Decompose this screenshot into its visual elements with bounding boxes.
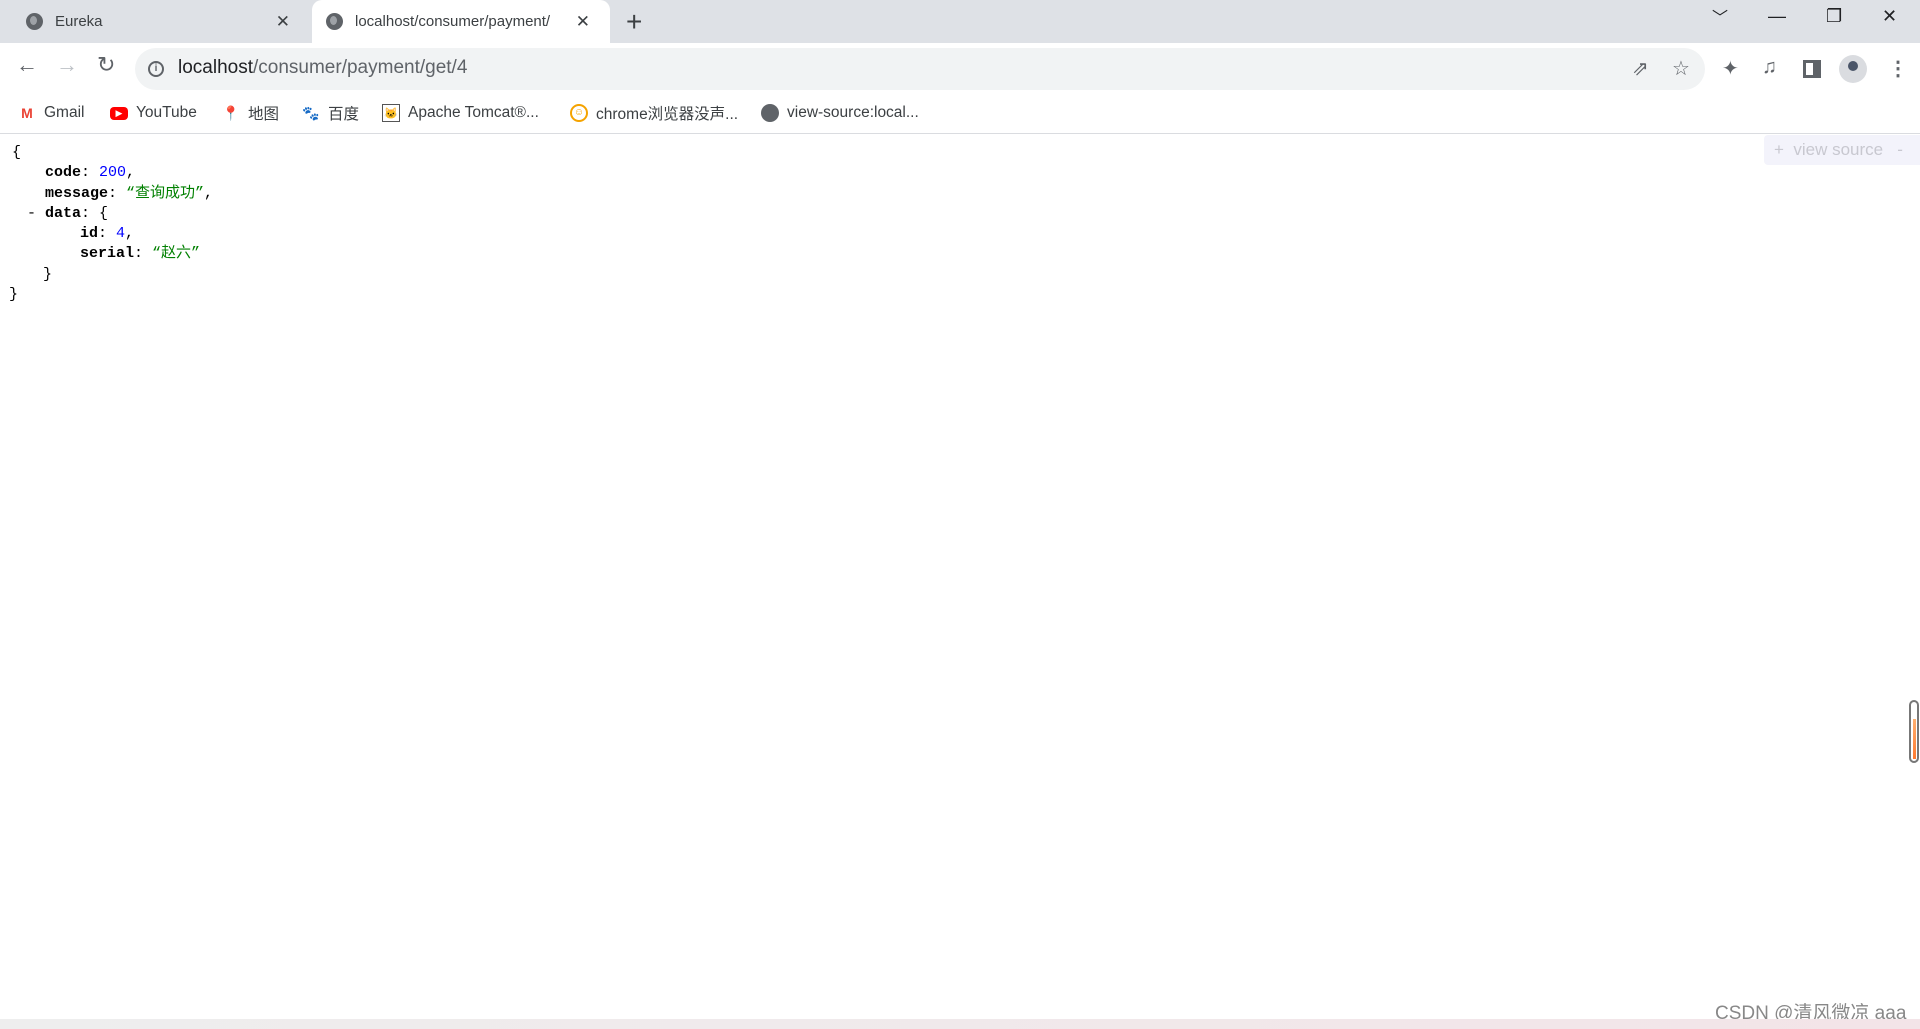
youtube-icon: ▶	[110, 106, 128, 120]
profile-avatar[interactable]	[1839, 55, 1867, 83]
bookmark-label: 地图	[248, 106, 280, 123]
json-string: “赵六”	[152, 245, 201, 263]
close-tab-icon[interactable]: ✕	[576, 12, 590, 32]
json-open-brace: {	[12, 144, 22, 161]
info-icon[interactable]: i	[148, 61, 164, 77]
json-line-data: - data: {	[27, 204, 109, 222]
bookmark-label: Gmail	[44, 104, 85, 121]
json-string: “查询成功”	[126, 184, 205, 202]
new-tab-button[interactable]: +	[626, 6, 642, 38]
star-icon[interactable]: ☆	[1672, 56, 1690, 81]
tab-eureka[interactable]: Eureka ✕	[0, 0, 310, 43]
minimize-button[interactable]: —	[1768, 6, 1786, 27]
bookmark-label: YouTube	[136, 104, 197, 121]
smiley-icon: ☺	[570, 104, 588, 122]
baidu-icon: 🐾	[302, 105, 320, 121]
json-key: serial	[80, 245, 135, 263]
close-tab-icon[interactable]: ✕	[276, 12, 290, 32]
url-path: /consumer/payment/get/4	[253, 57, 468, 78]
side-panel-icon[interactable]	[1803, 60, 1821, 78]
share-icon[interactable]: ⇗	[1632, 56, 1649, 81]
json-inner-close-brace: }	[43, 265, 53, 283]
bottom-strip	[0, 1019, 1920, 1029]
globe-icon	[326, 13, 343, 30]
json-key: id	[80, 225, 99, 243]
json-viewer: { code: 200, message: “查询成功”, - data: { …	[0, 143, 213, 305]
collapse-toggle[interactable]: -	[27, 205, 36, 222]
bookmark-youtube[interactable]: ▶ YouTube	[110, 103, 197, 123]
json-number: 4	[116, 225, 126, 243]
json-line-code: code: 200,	[45, 164, 136, 182]
bookmark-baidu[interactable]: 🐾 百度	[302, 103, 359, 123]
json-line-serial: serial: “赵六”	[80, 245, 201, 263]
scroll-indicator[interactable]	[1909, 700, 1919, 763]
bookmark-label: view-source:local...	[787, 104, 919, 121]
json-key: message	[45, 184, 109, 202]
globe-icon	[26, 13, 43, 30]
json-line-id: id: 4,	[80, 225, 135, 243]
tab-active[interactable]: localhost/consumer/payment/ ✕	[312, 0, 610, 43]
bookmark-tomcat[interactable]: 🐱 Apache Tomcat®...	[382, 103, 539, 123]
bookmark-chrome-sound[interactable]: ☺ chrome浏览器没声...	[570, 103, 738, 123]
bookmark-gmail[interactable]: M Gmail	[18, 103, 84, 123]
menu-icon[interactable]: ⋮	[1888, 56, 1908, 81]
maps-icon: 📍	[222, 105, 240, 121]
tomcat-icon: 🐱	[382, 104, 400, 122]
bookmarks-bar	[0, 92, 1920, 134]
tab-title: localhost/consumer/payment/	[355, 13, 551, 30]
tab-title: Eureka	[55, 13, 103, 30]
tab-strip: Eureka ✕ localhost/consumer/payment/ ✕ +…	[0, 0, 1920, 43]
bookmark-view-source[interactable]: view-source:local...	[761, 103, 919, 123]
json-line-message: message: “查询成功”,	[45, 184, 214, 202]
url-host: localhost	[178, 57, 253, 78]
bookmark-label: Apache Tomcat®...	[408, 104, 539, 121]
bookmark-label: 百度	[328, 106, 360, 123]
url-text[interactable]: localhost/consumer/payment/get/4	[178, 57, 467, 79]
view-source-toggle[interactable]: + view source -	[1764, 135, 1920, 165]
gmail-icon: M	[21, 105, 33, 121]
forward-button[interactable]: →	[56, 52, 78, 78]
json-key: code	[45, 164, 82, 182]
back-button[interactable]: ←	[16, 52, 38, 78]
json-number: 200	[99, 164, 127, 182]
close-window-button[interactable]: ✕	[1882, 6, 1897, 27]
tab-search-chevron-icon[interactable]: ﹀	[1712, 4, 1728, 28]
bookmark-maps[interactable]: 📍 地图	[222, 103, 279, 123]
media-control-icon[interactable]: ♫	[1762, 56, 1777, 79]
json-close-brace: }	[9, 286, 19, 304]
json-key: data	[45, 204, 82, 222]
extensions-icon[interactable]: ✦	[1722, 56, 1739, 81]
globe-icon	[761, 104, 779, 122]
bookmark-label: chrome浏览器没声...	[596, 106, 739, 123]
restore-button[interactable]: ❐	[1826, 6, 1842, 27]
reload-button[interactable]: ↻	[97, 52, 115, 78]
